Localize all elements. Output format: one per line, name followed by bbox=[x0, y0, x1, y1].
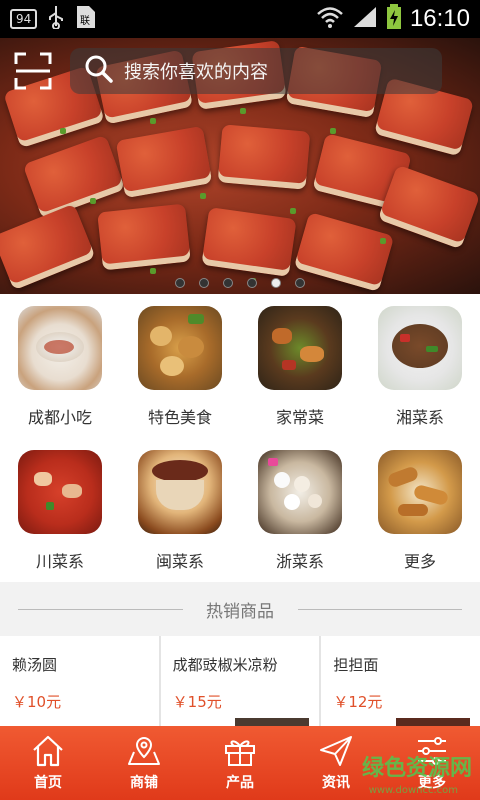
product-name: 成都豉椒米凉粉 bbox=[172, 656, 278, 674]
product-price: ￥10元 bbox=[12, 693, 62, 711]
divider bbox=[298, 609, 462, 610]
status-bar: 94 联 16:10 bbox=[0, 0, 480, 38]
nav-home[interactable]: 首页 bbox=[0, 726, 96, 800]
carousel-dot[interactable] bbox=[247, 278, 257, 288]
special-food-image bbox=[138, 306, 222, 390]
product-card[interactable]: 担担面 ￥12元 bbox=[321, 636, 480, 726]
home-icon bbox=[33, 735, 63, 767]
banner-food-item bbox=[217, 124, 311, 190]
product-list: 赖汤圆 ￥10元 成都豉椒米凉粉 ￥15元 担担面 ￥12元 bbox=[0, 636, 480, 726]
banner-carousel[interactable]: 搜索你喜欢的内容 bbox=[0, 38, 480, 294]
bottom-nav: 首页 商铺 产品 资讯 更多 绿色资源网 www.downcc.com bbox=[0, 726, 480, 800]
sim-icon: 联 bbox=[75, 4, 97, 34]
send-icon bbox=[320, 736, 352, 766]
chengdu-snack-image bbox=[18, 306, 102, 390]
category-home-dish[interactable]: 家常菜 bbox=[240, 294, 360, 438]
carousel-dot[interactable] bbox=[295, 278, 305, 288]
carousel-indicator bbox=[0, 278, 480, 288]
svg-text:联: 联 bbox=[80, 15, 90, 27]
product-thumbnail bbox=[396, 718, 471, 726]
product-name: 赖汤圆 bbox=[12, 656, 58, 674]
more-image bbox=[378, 450, 462, 534]
category-label: 特色美食 bbox=[147, 408, 212, 427]
product-card[interactable]: 成都豉椒米凉粉 ￥15元 bbox=[160, 636, 320, 726]
carousel-dot[interactable] bbox=[199, 278, 209, 288]
nav-products[interactable]: 产品 bbox=[192, 726, 288, 800]
wifi-icon bbox=[316, 5, 344, 33]
category-label: 成都小吃 bbox=[27, 408, 92, 427]
nav-label: 资讯 bbox=[322, 775, 350, 791]
fujian-cuisine-image bbox=[138, 450, 222, 534]
signal-icon bbox=[352, 5, 378, 33]
scan-icon bbox=[14, 52, 52, 90]
category-label: 更多 bbox=[403, 552, 436, 571]
product-price: ￥15元 bbox=[172, 693, 222, 711]
gift-icon bbox=[225, 740, 255, 766]
notification-badge: 94 bbox=[10, 9, 38, 29]
clock: 16:10 bbox=[409, 5, 470, 32]
category-label: 湘菜系 bbox=[395, 408, 444, 427]
banner-food-item bbox=[377, 164, 480, 250]
nav-label: 商铺 bbox=[130, 775, 158, 791]
carousel-dot[interactable] bbox=[223, 278, 233, 288]
banner-food-item bbox=[201, 207, 297, 277]
watermark: 绿色资源网 bbox=[361, 756, 472, 781]
usb-icon bbox=[47, 5, 65, 33]
hot-section-title: 热销商品 bbox=[188, 596, 292, 622]
category-more[interactable]: 更多 bbox=[360, 438, 480, 582]
battery-icon bbox=[386, 4, 402, 34]
category-label: 家常菜 bbox=[275, 408, 324, 427]
search-input[interactable]: 搜索你喜欢的内容 bbox=[70, 48, 442, 94]
watermark-url: www.downcc.com bbox=[368, 785, 458, 796]
zhejiang-cuisine-image bbox=[258, 450, 342, 534]
category-chengdu-snack[interactable]: 成都小吃 bbox=[0, 294, 120, 438]
product-price: ￥12元 bbox=[333, 693, 383, 711]
banner-food-item bbox=[97, 203, 191, 271]
sichuan-cuisine-image bbox=[18, 450, 102, 534]
divider bbox=[18, 609, 183, 610]
category-label: 川菜系 bbox=[35, 552, 84, 571]
product-thumbnail bbox=[235, 718, 310, 726]
category-zhejiang-cuisine[interactable]: 浙菜系 bbox=[240, 438, 360, 582]
category-sichuan-cuisine[interactable]: 川菜系 bbox=[0, 438, 120, 582]
category-label: 闽菜系 bbox=[155, 552, 204, 571]
carousel-dot[interactable] bbox=[175, 278, 185, 288]
nav-shops[interactable]: 商铺 bbox=[96, 726, 192, 800]
nav-label: 产品 bbox=[226, 775, 254, 791]
home-dish-image bbox=[258, 306, 342, 390]
search-icon bbox=[84, 54, 114, 88]
carousel-dot-active[interactable] bbox=[271, 278, 281, 288]
map-icon bbox=[128, 736, 160, 765]
category-fujian-cuisine[interactable]: 闽菜系 bbox=[120, 438, 240, 582]
product-name: 担担面 bbox=[333, 656, 379, 674]
product-card[interactable]: 赖汤圆 ￥10元 bbox=[0, 636, 159, 726]
app-screen: 94 联 16:10 搜索你喜欢的内容 成都小吃 特色美食 家常菜 湘菜系 川菜… bbox=[0, 0, 480, 800]
category-grid: 成都小吃 特色美食 家常菜 湘菜系 川菜系 闽菜系 浙菜系 更多 bbox=[0, 294, 480, 582]
banner-food-item bbox=[115, 125, 213, 199]
hunan-cuisine-image bbox=[378, 306, 462, 390]
nav-label: 首页 bbox=[34, 775, 62, 791]
hot-section-header: 热销商品 bbox=[0, 582, 480, 636]
category-hunan-cuisine[interactable]: 湘菜系 bbox=[360, 294, 480, 438]
scan-button[interactable] bbox=[14, 52, 52, 90]
search-placeholder: 搜索你喜欢的内容 bbox=[124, 62, 268, 83]
category-label: 浙菜系 bbox=[275, 552, 324, 571]
category-special-food[interactable]: 特色美食 bbox=[120, 294, 240, 438]
